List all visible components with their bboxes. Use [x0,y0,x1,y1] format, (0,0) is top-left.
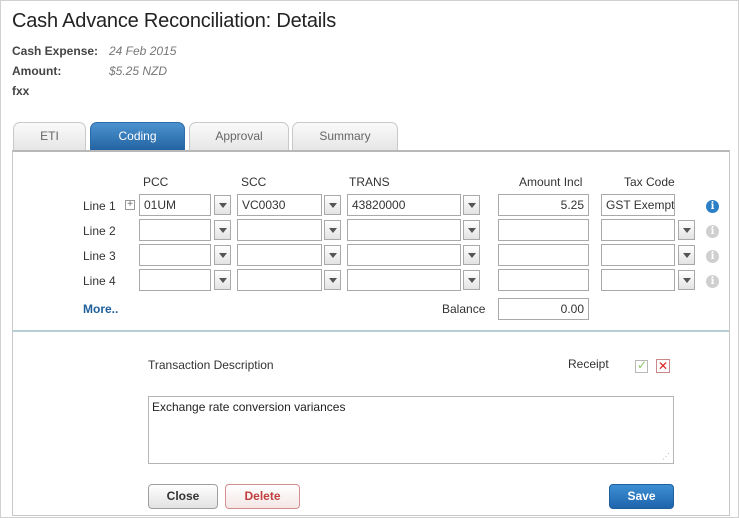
resize-grip-icon[interactable]: ⋰ [662,453,670,461]
scc-dropdown-button[interactable] [324,270,341,290]
amount-label: Amount: [12,64,62,78]
pcc-dropdown-button[interactable] [214,245,231,265]
checkmark-icon[interactable] [635,358,648,373]
column-header-tax-code: Tax Code [624,175,675,189]
column-header-pcc: PCC [143,175,169,189]
balance-label: Balance [442,302,486,316]
amount-input[interactable] [498,219,589,241]
tax-code-dropdown-button[interactable] [678,245,695,265]
cash-expense-label: Cash Expense: [12,44,99,58]
tax-code-dropdown-button[interactable] [678,270,695,290]
line-label: Line 3 [83,249,116,263]
scc-dropdown-button[interactable] [324,195,341,215]
trans-input[interactable] [347,269,461,291]
delete-button[interactable]: Delete [225,484,300,509]
pcc-dropdown-button[interactable] [214,195,231,215]
info-icon: i [706,225,719,238]
line-label: Line 1 [83,199,116,213]
tax-code-input[interactable] [601,269,675,291]
scc-input[interactable] [237,269,322,291]
amount-input[interactable]: 5.25 [498,194,589,216]
line-label: Line 4 [83,274,116,288]
user-label: fxx [12,84,30,98]
pcc-input[interactable]: 01UM [139,194,211,216]
line-label: Line 2 [83,224,116,238]
tab-eti[interactable]: ETI [13,122,86,150]
scc-input[interactable] [237,219,322,241]
x-close-icon[interactable]: ✕ [656,359,670,373]
close-button[interactable]: Close [148,484,218,509]
column-header-amount: Amount Incl [519,175,583,189]
amount-input[interactable] [498,244,589,266]
tax-code-input[interactable] [601,219,675,241]
info-icon: i [706,275,719,288]
trans-dropdown-button[interactable] [463,245,480,265]
tab-coding[interactable]: Coding [90,122,185,150]
info-icon: i [706,250,719,263]
scc-input[interactable] [237,244,322,266]
scc-dropdown-button[interactable] [324,220,341,240]
tax-code-input[interactable]: GST Exempt [601,194,675,216]
receipt-label: Receipt [568,357,609,371]
tax-code-input[interactable] [601,244,675,266]
amount-input[interactable] [498,269,589,291]
page-title: Cash Advance Reconciliation: Details [12,10,337,32]
column-header-scc: SCC [241,175,267,189]
tax-code-dropdown-button[interactable] [678,220,695,240]
pcc-dropdown-button[interactable] [214,220,231,240]
scc-input[interactable]: VC0030 [237,194,322,216]
pcc-input[interactable] [139,219,211,241]
more-lines-link[interactable]: More.. [83,302,118,316]
trans-dropdown-button[interactable] [463,270,480,290]
pcc-input[interactable] [139,269,211,291]
transaction-description-textarea[interactable]: Exchange rate conversion variances ⋰ [148,396,674,464]
trans-dropdown-button[interactable] [463,195,480,215]
pcc-dropdown-button[interactable] [214,270,231,290]
balance-value: 0.00 [498,298,589,320]
page-frame: Cash Advance Reconciliation: Details Cas… [0,0,739,518]
section-divider [13,330,729,332]
trans-input[interactable] [347,244,461,266]
scc-dropdown-button[interactable] [324,245,341,265]
trans-input[interactable]: 43820000 [347,194,461,216]
save-button[interactable]: Save [609,484,674,509]
pcc-input[interactable] [139,244,211,266]
transaction-description-text: Exchange rate conversion variances [152,400,346,414]
transaction-description-label: Transaction Description [148,358,274,372]
plus-expand-icon[interactable]: + [125,200,135,210]
column-header-trans: TRANS [349,175,390,189]
cash-expense-value: 24 Feb 2015 [109,44,177,58]
tab-approval[interactable]: Approval [189,122,289,150]
tab-summary[interactable]: Summary [292,122,398,150]
info-icon[interactable]: i [706,200,719,213]
trans-input[interactable] [347,219,461,241]
amount-value: $5.25 NZD [109,64,168,78]
trans-dropdown-button[interactable] [463,220,480,240]
